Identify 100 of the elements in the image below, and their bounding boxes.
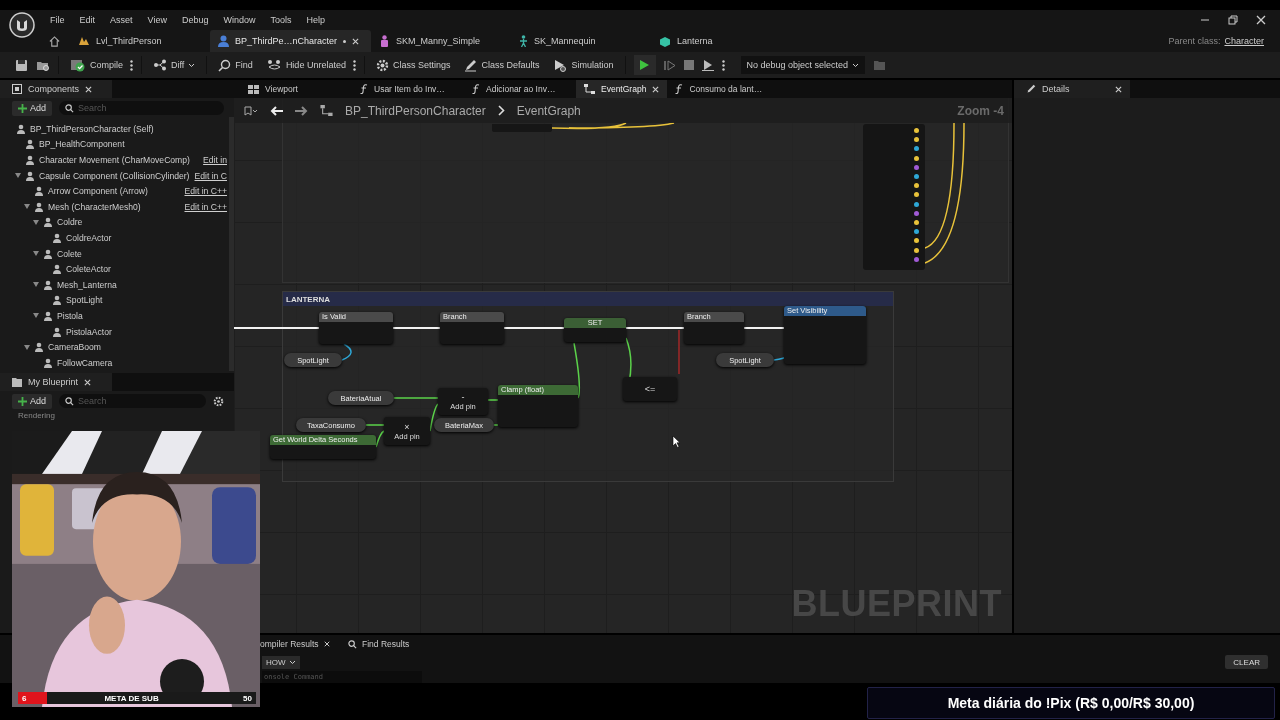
save-icon[interactable] [15,58,28,72]
toolbar-button[interactable]: Class Settings [372,58,454,72]
tree-item[interactable]: Mesh (CharacterMesh0) [48,201,141,212]
graph-node[interactable]: <= [623,377,677,401]
edit-link[interactable]: Edit in C [194,170,229,181]
component-icon [25,170,35,181]
play-icon [639,59,650,71]
stop-icon[interactable] [683,60,694,70]
home-icon[interactable] [49,35,60,47]
graph-tab[interactable]: EventGraph [576,80,668,98]
close-icon[interactable] [85,85,93,93]
add-button[interactable]: Add [12,100,52,116]
expand-arrow-icon[interactable] [15,173,21,179]
graph-tab[interactable]: Adicionar ao Inv… [464,80,576,98]
clear-button[interactable]: CLEAR [1225,655,1268,669]
engine-logo-icon[interactable] [9,12,35,38]
tree-item[interactable]: SpotLight [66,295,103,306]
toolbar-button[interactable]: Class Defaults [461,58,543,72]
expand-arrow-icon[interactable] [24,204,30,210]
graph-tab[interactable]: Viewport [240,80,352,98]
forward-arrow-icon[interactable] [295,105,308,116]
toolbar-button[interactable]: Find [215,58,256,72]
menu-item[interactable]: Debug [174,15,217,25]
panel-tab[interactable]: My Blueprint [0,373,112,391]
close-icon[interactable] [352,37,360,45]
menu-item[interactable]: Window [216,15,264,25]
close-icon[interactable] [1256,15,1266,25]
category-header[interactable]: Rendering [0,410,234,420]
expand-arrow-icon[interactable] [33,282,39,288]
toolbar-button[interactable]: Simulation [550,58,617,72]
menu-item[interactable]: View [140,15,175,25]
edit-link[interactable]: Edit in C++ [184,201,229,212]
toolbar-button[interactable]: Hide Unrelated [263,59,349,71]
tree-item[interactable]: FollowCamera [57,357,113,368]
graph-tab[interactable]: Usar Item do Inv… [352,80,464,98]
menu-item[interactable]: Edit [72,15,104,25]
search-field[interactable]: Search [59,101,224,115]
tree-item[interactable]: Coldre [57,217,83,228]
menu-item[interactable]: Asset [103,15,141,25]
debug-object-dropdown[interactable]: No debug object selected [740,56,866,74]
parent-class-link[interactable]: Character [1224,36,1264,46]
close-icon[interactable] [1115,85,1122,93]
toolbar-button[interactable]: Diff [150,59,199,71]
graph-node[interactable] [492,124,552,132]
bottom-tab[interactable]: Find Results [348,635,436,653]
document-tab[interactable]: SKM_Manny_Simple [371,30,512,52]
tree-item[interactable]: PistolaActor [66,326,112,337]
graph-node[interactable] [863,124,925,270]
play-button[interactable] [633,55,656,75]
expand-arrow-icon[interactable] [33,251,39,257]
more-options-icon[interactable] [721,59,725,71]
tree-item[interactable]: BP_HealthComponent [39,139,125,150]
tree-item[interactable]: BP_ThirdPersonCharacter (Self) [30,123,154,134]
restore-icon[interactable] [1228,15,1238,25]
cube-icon [659,35,672,47]
more-options-icon[interactable] [352,59,356,71]
breadcrumb-item[interactable]: EventGraph [516,103,581,118]
tree-item[interactable]: CameraBoom [48,342,101,353]
menu-item[interactable]: Help [299,15,333,25]
expand-arrow-icon[interactable] [33,219,39,225]
step-icon[interactable] [663,59,676,71]
edit-link[interactable]: Edit in [203,155,229,165]
tree-item[interactable]: Mesh_Lanterna [57,279,117,290]
panel-tab[interactable]: Details [1014,80,1130,98]
expand-arrow-icon[interactable] [24,344,30,350]
document-tab[interactable]: SK_Mannequin [511,30,652,52]
document-tab[interactable]: Lvl_ThirdPerson [70,30,210,52]
bottom-tab[interactable]: ompiler Results [260,635,348,653]
add-button[interactable]: Add [12,393,52,409]
tree-item[interactable]: Arrow Component (Arrow) [48,186,148,197]
graph-tab[interactable]: Consumo da lant… [667,80,780,98]
tree-item[interactable]: Character Movement (CharMoveComp) [39,155,190,165]
tree-item[interactable]: ColeteActor [66,264,111,275]
search-field[interactable]: Search [59,394,206,408]
close-icon[interactable] [323,641,330,647]
graph-icon [320,105,333,116]
close-icon[interactable] [84,378,92,386]
toolbar-button[interactable]: Compile [67,58,126,72]
document-tab[interactable]: BP_ThirdPe…nCharacter [210,30,372,52]
panel-tab[interactable]: Components [0,80,112,98]
more-options-icon[interactable] [130,59,133,71]
tree-item[interactable]: Colete [57,248,82,259]
show-dropdown[interactable]: HOW [262,655,300,669]
tree-item[interactable]: Capsule Component (CollisionCylinder) [39,170,190,181]
bookmark-icon[interactable] [244,105,258,116]
person-icon [218,35,229,47]
document-tab[interactable]: Lanterna [651,30,792,52]
component-icon [34,342,44,353]
tree-item[interactable]: Pistola [57,310,83,321]
edit-link[interactable]: Edit in C++ [184,186,229,197]
tree-item[interactable]: ColdreActor [66,232,112,243]
back-arrow-icon[interactable] [270,105,283,116]
menu-item[interactable]: File [43,15,73,25]
close-icon[interactable] [652,85,660,93]
menu-item[interactable]: Tools [263,15,300,25]
eject-icon[interactable] [701,59,714,71]
settings-icon[interactable] [213,395,224,407]
component-icon [43,217,53,228]
expand-arrow-icon[interactable] [33,313,39,319]
breadcrumb-item[interactable]: BP_ThirdPersonCharacter [345,103,486,118]
